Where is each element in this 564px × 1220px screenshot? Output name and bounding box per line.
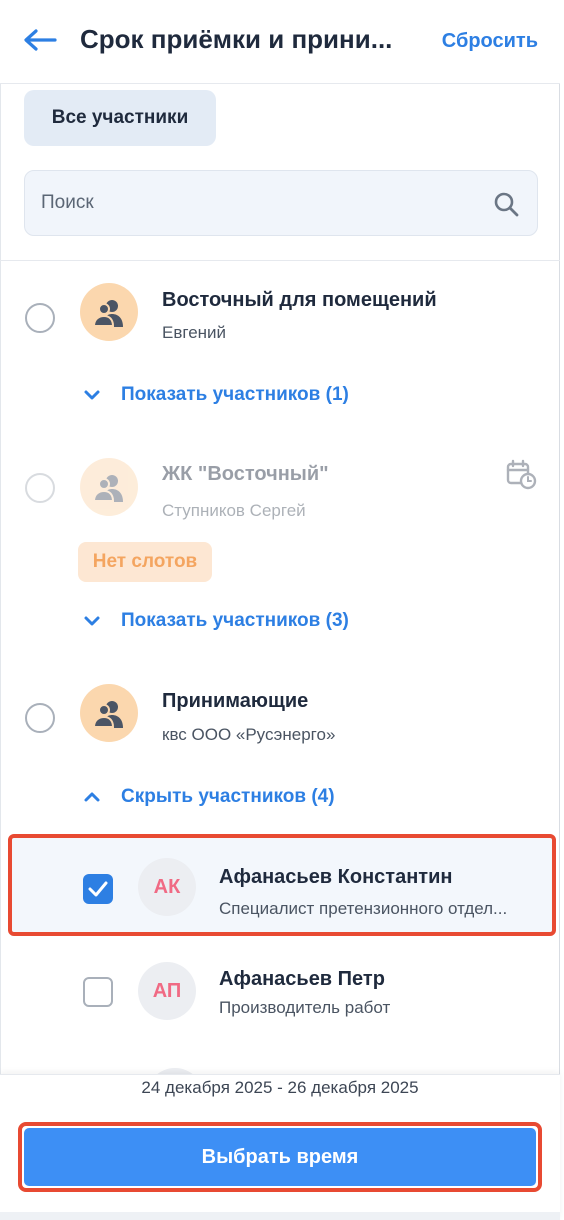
- avatar: АП: [138, 962, 196, 1020]
- date-range: 24 декабря 2025 - 26 декабря 2025: [141, 1078, 419, 1097]
- users-icon: [93, 300, 123, 327]
- member-row[interactable]: АК Афанасьев Константин Специалист прете…: [8, 834, 556, 936]
- member-checkbox[interactable]: [83, 874, 113, 904]
- users-icon: [93, 701, 123, 728]
- toggle-label: Показать участников (3): [121, 610, 349, 631]
- group-avatar: [80, 458, 138, 516]
- group-subtitle: Ступников Сергей: [162, 501, 306, 520]
- divider: [0, 260, 560, 261]
- group-radio[interactable]: [25, 703, 55, 733]
- group-subtitle: Евгений: [162, 323, 227, 342]
- group-radio[interactable]: [25, 473, 55, 503]
- group-title: Восточный для помещений: [162, 289, 437, 311]
- group-subtitle: квс ООО «Русэнерго»: [162, 725, 336, 744]
- member-name: Афанасьев Петр: [219, 968, 385, 990]
- select-time-button[interactable]: Выбрать время: [24, 1128, 536, 1186]
- page-title: Срок приёмки и прини...: [80, 24, 393, 54]
- avatar: АК: [138, 858, 196, 916]
- header: Срок приёмки и прини... Сбросить: [0, 0, 560, 84]
- show-participants-toggle[interactable]: Показать участников (1): [82, 384, 349, 406]
- toggle-label: Скрыть участников (4): [121, 786, 335, 807]
- group-radio[interactable]: [25, 303, 55, 333]
- cta-highlight: Выбрать время: [18, 1122, 542, 1192]
- group-title: ЖК "Восточный": [162, 463, 329, 485]
- back-button[interactable]: [20, 22, 60, 58]
- chevron-down-icon: [84, 390, 100, 400]
- left-border: [0, 0, 1, 1220]
- no-slots-badge: Нет слотов: [78, 542, 212, 582]
- screen: Срок приёмки и прини... Сбросить Все уча…: [0, 0, 560, 1220]
- hide-participants-toggle[interactable]: Скрыть участников (4): [82, 786, 335, 808]
- chevron-up-icon: [84, 792, 100, 802]
- users-icon: [93, 475, 123, 502]
- checkmark-icon: [88, 881, 108, 897]
- member-name: Афанасьев Константин: [219, 866, 453, 888]
- search-input[interactable]: [41, 171, 481, 235]
- toggle-label: Показать участников (1): [121, 384, 349, 405]
- arrow-left-icon: [24, 29, 57, 51]
- member-checkbox[interactable]: [83, 977, 113, 1007]
- show-participants-toggle[interactable]: Показать участников (3): [82, 610, 349, 632]
- group-avatar: [80, 283, 138, 341]
- calendar-clock-icon: [506, 459, 537, 490]
- group-avatar: [80, 684, 138, 742]
- reset-button[interactable]: Сбросить: [442, 30, 538, 53]
- member-role: Производитель работ: [219, 998, 391, 1017]
- group-title: Принимающие: [162, 690, 309, 712]
- member-role: Специалист претензионного отдел...: [219, 899, 508, 918]
- chevron-down-icon: [84, 616, 100, 626]
- all-participants-chip[interactable]: Все участники: [24, 90, 216, 146]
- member-row[interactable]: АП Афанасьев Петр Производитель работ: [8, 942, 556, 1044]
- bottom-strip: [0, 1212, 560, 1220]
- search-box: [24, 170, 538, 236]
- search-icon[interactable]: [493, 191, 519, 217]
